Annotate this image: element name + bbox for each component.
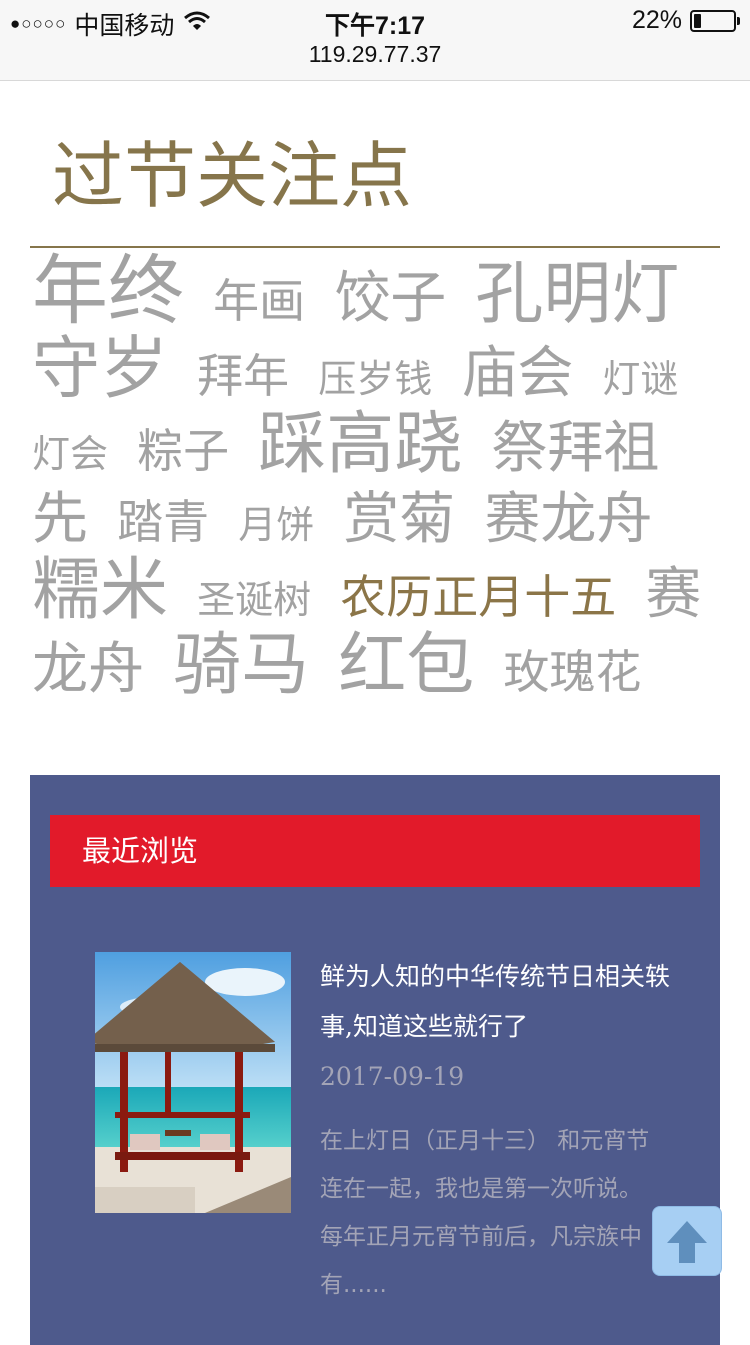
tag-item[interactable]: 玫瑰花 (503, 645, 641, 699)
battery-percent: 22% (631, 6, 682, 34)
article-date: 2017-09-19 (320, 1062, 465, 1091)
recent-panel: 最近浏览 鲜为人知的中华传统节日相关轶事,知道这些就行了 2017-09-19 … (30, 775, 720, 1345)
status-bar: ●○○○○ 中国移动 下午7:17 119.29.77.37 22% (0, 0, 750, 81)
arrow-up-icon (667, 1221, 707, 1263)
tag-item[interactable]: 糯米 (32, 551, 168, 630)
tag-item[interactable]: 赏菊 (343, 487, 455, 552)
article-summary: 在上灯日（正月十三） 和元宵节连在一起，我也是第一次听说。 每年正月元宵节前后，… (320, 1128, 650, 1298)
tag-item[interactable]: 农历正月十五 (340, 570, 616, 624)
battery-icon (690, 9, 740, 32)
battery-fill (694, 13, 701, 28)
tag-item[interactable]: 守岁 (32, 330, 168, 409)
tag-item[interactable]: 灯会 (32, 432, 108, 476)
page-url[interactable]: 119.29.77.37 (0, 41, 750, 68)
tag-item[interactable]: 踏青 (117, 495, 209, 549)
section-title: 过节关注点 (52, 134, 413, 218)
tag-item[interactable]: 粽子 (137, 424, 229, 478)
status-right: 22% (631, 6, 740, 35)
tag-item[interactable]: 圣诞树 (197, 578, 311, 622)
tag-item[interactable]: 饺子 (334, 266, 446, 331)
tag-item[interactable]: 年画 (213, 274, 305, 328)
tag-item[interactable]: 月饼 (238, 503, 314, 547)
tag-item[interactable]: 拜年 (197, 349, 289, 403)
tag-item[interactable]: 压岁钱 (318, 357, 432, 401)
tag-item[interactable]: 庙会 (461, 341, 573, 406)
tag-item[interactable]: 踩高跷 (258, 405, 462, 484)
tag-cloud: 年终 年画 饺子 孔明灯 守岁 拜年 压岁钱 庙会 灯谜 灯会 粽子 踩高跷 祭… (32, 253, 712, 712)
tag-item[interactable]: 年终 (32, 246, 184, 335)
tag-item[interactable]: 骑马 (173, 626, 309, 705)
article-thumbnail[interactable] (95, 952, 291, 1213)
tag-item[interactable]: 孔明灯 (475, 255, 679, 334)
article-title[interactable]: 鲜为人知的中华传统节日相关轶事,知道这些就行了 (320, 952, 670, 1052)
back-to-top-button[interactable] (652, 1206, 722, 1276)
tag-item[interactable]: 赛龙舟 (484, 487, 652, 552)
tag-item[interactable]: 灯谜 (602, 357, 678, 401)
tag-item[interactable]: 红包 (338, 626, 474, 705)
recent-header: 最近浏览 (50, 815, 700, 887)
